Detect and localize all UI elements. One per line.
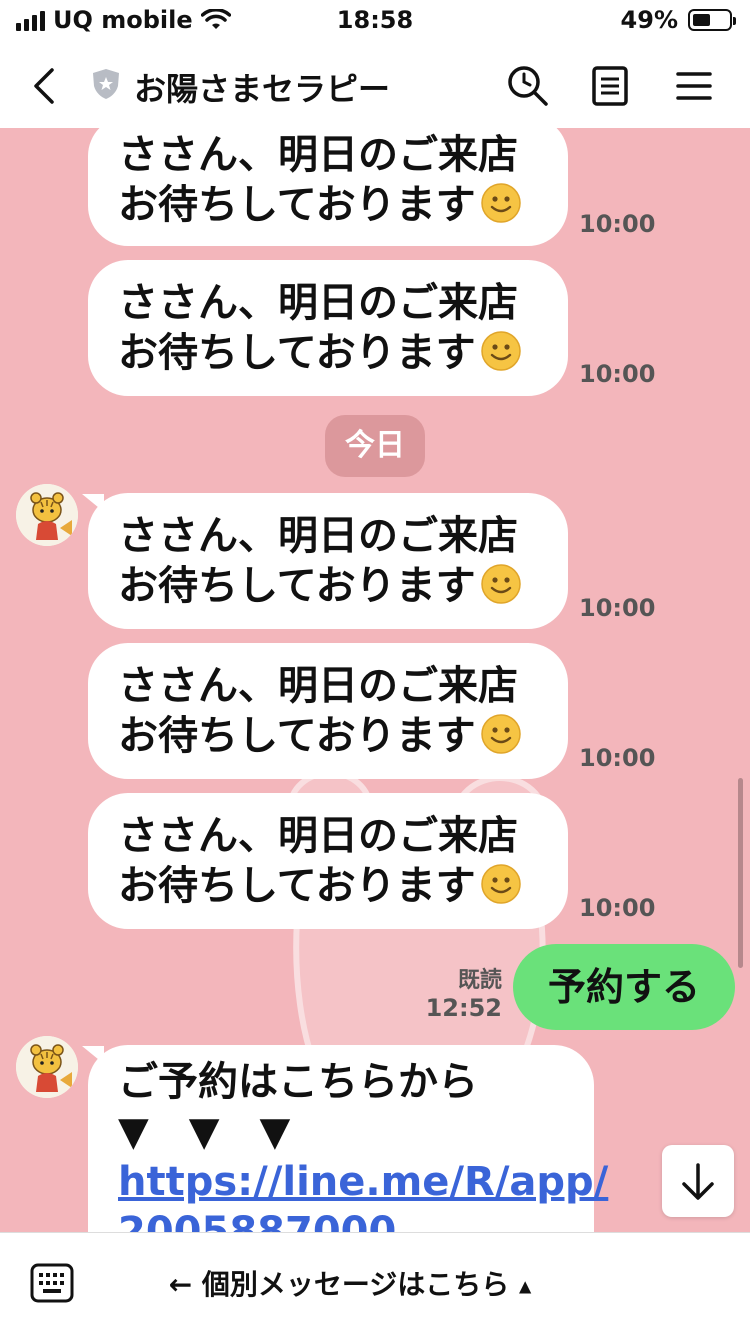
chat-header: お陽さまセラピー [0, 44, 750, 128]
message-time: 10:00 [579, 594, 656, 622]
avatar[interactable] [16, 484, 78, 546]
message-line: ささん、明日のご来店 [118, 813, 518, 859]
scrollbar[interactable] [738, 778, 743, 968]
message-bubble[interactable]: ささん、明日のご来店 お待ちしております [88, 128, 568, 246]
message-line: お待ちしております [118, 863, 476, 909]
tiger-character-icon [16, 1036, 78, 1098]
message-time: 10:00 [579, 894, 656, 922]
message-line: お待ちしております [118, 713, 476, 759]
back-icon[interactable] [26, 62, 66, 110]
smile-emoji-icon [480, 714, 521, 754]
chat-title: お陽さまセラピー [134, 70, 391, 108]
message-line: お待ちしております [118, 563, 476, 609]
status-right: 49% [620, 6, 736, 34]
status-bar: UQ mobile 18:58 49% [0, 0, 750, 44]
read-receipt: 既読 [457, 968, 502, 993]
smile-emoji-icon [480, 864, 521, 904]
message-line: ささん、明日のご来店 [118, 280, 518, 326]
message-time: 10:00 [579, 360, 656, 388]
message-bubble[interactable]: ご予約はこちらから ▼ ▼ ▼ https://line.me/R/app/ 2… [88, 1045, 608, 1232]
arrow-down-icon [682, 1163, 714, 1200]
avatar[interactable] [16, 1036, 78, 1098]
message-line: ▼ ▼ ▼ [118, 1109, 291, 1155]
message-time: 10:00 [579, 744, 656, 772]
message-bubble[interactable]: ささん、明日のご来店 お待ちしております [88, 793, 568, 929]
smile-emoji-icon [480, 564, 521, 604]
smile-emoji-icon [480, 183, 521, 223]
message-time: 12:52 [425, 994, 502, 1022]
message-line: ご予約はこちらから [118, 1059, 478, 1105]
smile-emoji-icon [480, 331, 521, 371]
message-time: 10:00 [579, 210, 656, 238]
caret-up-icon: ▲ [519, 1276, 532, 1296]
battery-percent: 49% [620, 6, 678, 34]
message-bubble[interactable]: ささん、明日のご来店 お待ちしております [88, 493, 568, 629]
rich-menu-label: ← 個別メッセージはこちら [168, 1268, 510, 1301]
my-message-bubble[interactable]: 予約する [513, 944, 735, 1030]
menu-icon[interactable] [670, 62, 718, 110]
message-line: ささん、明日のご来店 [118, 132, 518, 178]
date-divider: 今日 [325, 415, 425, 477]
tiger-character-icon [16, 484, 78, 546]
message-line: お待ちしております [118, 182, 476, 228]
chat-area[interactable]: ささん、明日のご来店 お待ちしております 10:00 ささん、明日のご来店 お待… [0, 128, 750, 1232]
scroll-down-button[interactable] [662, 1145, 734, 1217]
shield-star-icon [93, 69, 119, 99]
message-line: お待ちしております [118, 330, 476, 376]
message-line: ささん、明日のご来店 [118, 513, 518, 559]
message-link[interactable]: https://line.me/R/app/ [118, 1157, 608, 1207]
message-bubble[interactable]: ささん、明日のご来店 お待ちしております [88, 260, 568, 396]
message-link[interactable]: 2005887000 [118, 1207, 558, 1232]
search-icon[interactable] [504, 62, 552, 110]
message-bubble[interactable]: ささん、明日のご来店 お待ちしております [88, 643, 568, 779]
notes-icon[interactable] [586, 62, 634, 110]
rich-menu-toggle[interactable]: ← 個別メッセージはこちら ▲ [0, 1263, 750, 1303]
battery-icon [688, 9, 736, 31]
message-line: ささん、明日のご来店 [118, 663, 518, 709]
bottom-menu-bar: ← 個別メッセージはこちら ▲ [0, 1232, 750, 1335]
